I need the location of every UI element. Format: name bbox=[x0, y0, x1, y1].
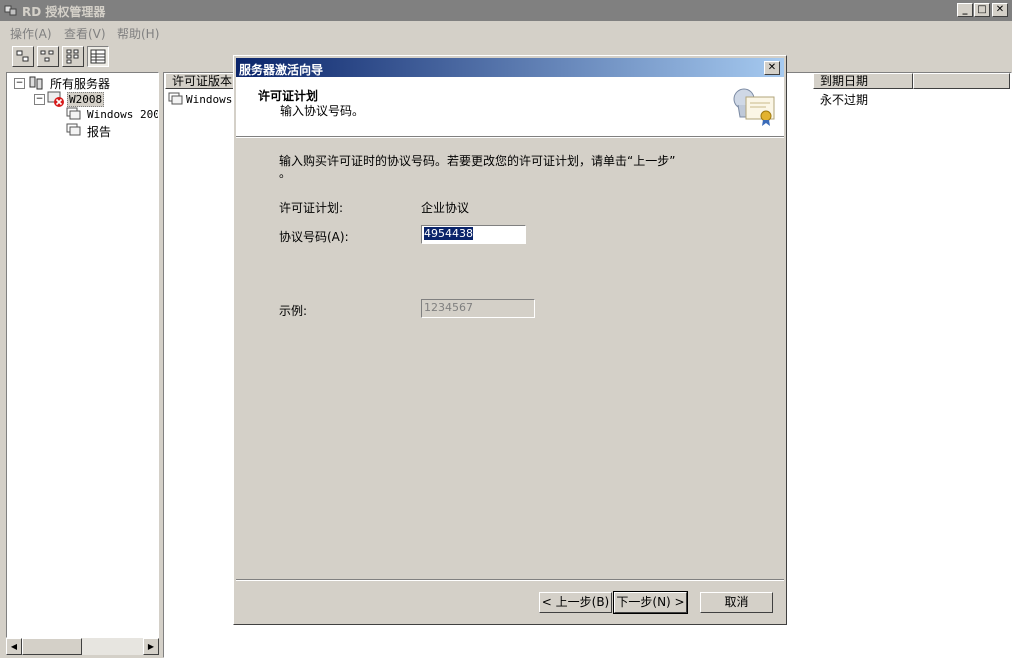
main-title-bar: RD 授权管理器 _ □ ✕ bbox=[0, 0, 1012, 21]
menu-view[interactable]: 查看(V) bbox=[64, 25, 106, 42]
agreement-number-label: 协议号码(A): bbox=[279, 230, 349, 244]
example-value: 1234567 bbox=[424, 301, 473, 314]
agreement-number-value: 4954438 bbox=[424, 227, 473, 240]
menu-action[interactable]: 操作(A) bbox=[10, 25, 52, 42]
app-icon bbox=[4, 3, 18, 17]
next-button[interactable]: 下一步(N) > bbox=[613, 591, 688, 614]
cancel-button[interactable]: 取消 bbox=[700, 592, 773, 613]
footer-separator bbox=[236, 579, 784, 581]
certificate-icon bbox=[730, 83, 778, 129]
license-row-icon bbox=[168, 91, 184, 107]
tree-item-all-servers[interactable]: 所有服务器 bbox=[50, 75, 110, 92]
toolbar-large-icons-button[interactable] bbox=[12, 46, 34, 67]
report-icon bbox=[66, 122, 82, 138]
list-cell-version[interactable]: Windows bbox=[186, 93, 232, 106]
details-icon bbox=[90, 49, 106, 64]
instruction-text-continued: 。 bbox=[279, 166, 292, 180]
dialog-header: 许可证计划 输入协议号码。 bbox=[236, 77, 784, 137]
toolbar-list-button[interactable] bbox=[62, 46, 84, 67]
agreement-number-input[interactable]: 4954438 bbox=[421, 225, 526, 244]
tree-collapse-server[interactable]: − bbox=[34, 94, 45, 105]
dialog-header-subtitle: 输入协议号码。 bbox=[280, 104, 365, 118]
license-pack-icon bbox=[66, 106, 82, 122]
window-title: RD 授权管理器 bbox=[22, 5, 106, 19]
license-plan-label: 许可证计划: bbox=[279, 201, 344, 215]
scroll-right-icon[interactable]: ▶ bbox=[143, 638, 159, 655]
tree-pane[interactable] bbox=[6, 72, 159, 638]
minimize-button[interactable]: _ bbox=[957, 3, 973, 17]
tree-horizontal-scrollbar[interactable]: ◀ ▶ bbox=[6, 638, 159, 655]
back-button[interactable]: < 上一步(B) bbox=[539, 592, 612, 613]
example-field: 1234567 bbox=[421, 299, 535, 318]
tree-collapse-root[interactable]: − bbox=[14, 78, 25, 89]
column-header-filler bbox=[913, 73, 1010, 89]
dialog-title-bar: 服务器激活向导 ✕ bbox=[236, 58, 784, 77]
menu-help[interactable]: 帮助(H) bbox=[117, 25, 159, 42]
license-plan-value: 企业协议 bbox=[421, 201, 470, 215]
instruction-text: 输入购买许可证时的协议号码。若要更改您的许可证计划，请单击“上一步” bbox=[279, 154, 676, 168]
menu-bar: 操作(A) 查看(V) 帮助(H) bbox=[0, 22, 1012, 42]
toolbar-details-button[interactable] bbox=[87, 46, 109, 67]
toolbar-small-icons-button[interactable] bbox=[37, 46, 59, 67]
large-icons-icon bbox=[16, 50, 29, 62]
dialog-title: 服务器激活向导 bbox=[239, 63, 324, 77]
column-header-version[interactable]: 许可证版本和 bbox=[165, 73, 235, 89]
small-icons-icon bbox=[40, 50, 54, 62]
tree-item-server[interactable]: W2008 bbox=[67, 92, 105, 107]
activation-wizard-dialog: 服务器激活向导 ✕ 许可证计划 输入协议号码。 输入购买许可证时的协议号码。若要… bbox=[233, 55, 787, 625]
list-icon bbox=[66, 49, 79, 64]
list-cell-expiry: 永不过期 bbox=[820, 93, 869, 107]
header-separator bbox=[236, 137, 784, 138]
maximize-button[interactable]: □ bbox=[974, 3, 990, 17]
tree-item-windows[interactable]: Windows 2000 bbox=[87, 108, 158, 121]
close-button[interactable]: ✕ bbox=[992, 3, 1008, 17]
tree-item-report[interactable]: 报告 bbox=[87, 123, 111, 140]
servers-icon bbox=[28, 75, 44, 91]
scroll-thumb[interactable] bbox=[22, 638, 82, 655]
scroll-left-icon[interactable]: ◀ bbox=[6, 638, 22, 655]
example-label: 示例: bbox=[279, 304, 308, 318]
dialog-close-button[interactable]: ✕ bbox=[764, 61, 780, 75]
server-error-icon bbox=[47, 91, 65, 107]
column-header-expiry[interactable]: 到期日期 bbox=[813, 73, 913, 89]
